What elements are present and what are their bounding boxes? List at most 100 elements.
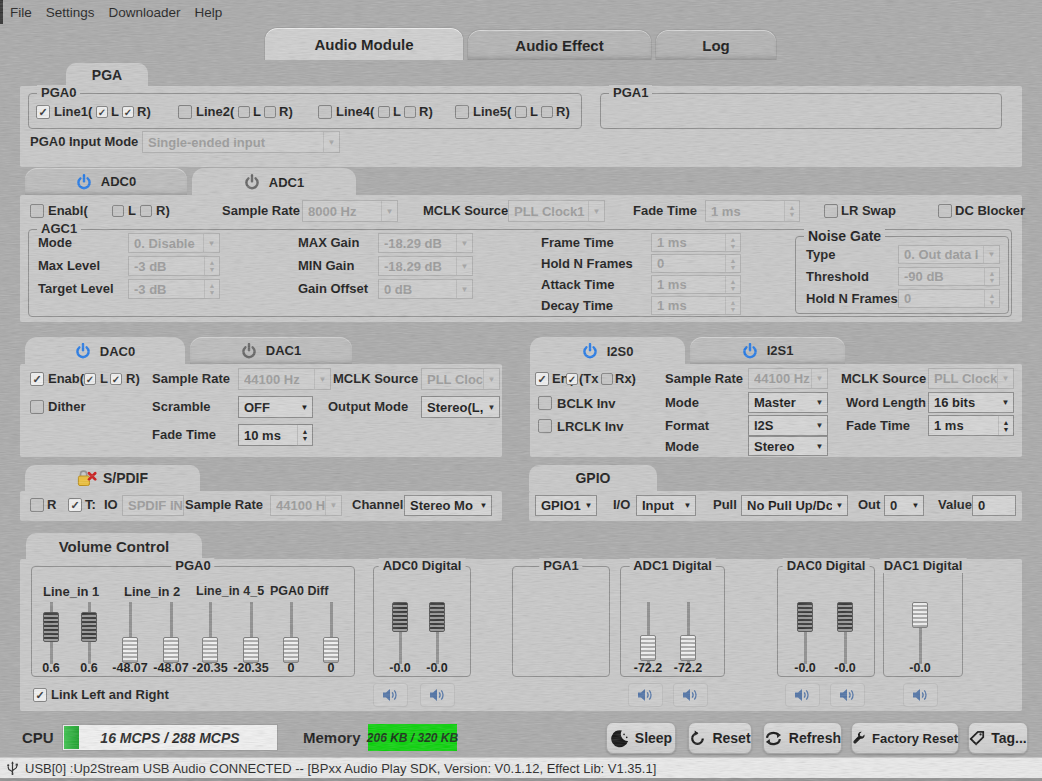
- mute-button[interactable]: [628, 683, 663, 707]
- i2s-fade-spinner[interactable]: 1 ms▲▼: [928, 415, 1014, 436]
- menu-downloader[interactable]: Downloader: [109, 5, 181, 20]
- mute-button[interactable]: [785, 683, 820, 707]
- adc-fade-spinner[interactable]: 1 ms▲▼: [705, 200, 800, 222]
- link-lr-checkbox[interactable]: [33, 688, 47, 702]
- adc-l-checkbox[interactable]: [112, 205, 124, 217]
- mute-button[interactable]: [903, 683, 938, 707]
- i2s-sample-rate-select[interactable]: 44100 Hz▼: [748, 368, 828, 389]
- volume-slider-handle[interactable]: [43, 612, 59, 642]
- spinner-arrows-icon[interactable]: ▲▼: [984, 290, 999, 307]
- spinner-arrows-icon[interactable]: ▲▼: [204, 280, 219, 298]
- agc-mode-select[interactable]: 0. Disable▼: [128, 233, 220, 253]
- spdif-channel-select[interactable]: Stereo Mo▼: [404, 495, 492, 516]
- output-mode-select[interactable]: Stereo(L,▼: [421, 396, 500, 418]
- agc-min-gain-select[interactable]: -18.29 dB▼: [378, 256, 473, 276]
- adc-enable-checkbox[interactable]: [30, 204, 44, 218]
- factory-reset-button[interactable]: Factory Reset: [851, 722, 959, 754]
- noise-gate-hold-spinner[interactable]: 0▲▼: [898, 289, 1000, 308]
- volume-slider-handle[interactable]: [912, 602, 928, 628]
- spinner-arrows-icon[interactable]: ▲▼: [998, 416, 1013, 435]
- mute-button[interactable]: [420, 683, 455, 707]
- line2-l-checkbox[interactable]: [238, 106, 250, 118]
- mute-button[interactable]: [673, 683, 708, 707]
- sleep-button[interactable]: Sleep: [606, 722, 676, 754]
- pga0-input-mode-select[interactable]: Single-ended input▼: [142, 131, 340, 153]
- line5-checkbox[interactable]: [455, 105, 469, 119]
- bclk-inv-checkbox[interactable]: [538, 396, 552, 410]
- reset-button[interactable]: Reset: [688, 722, 752, 754]
- noise-gate-threshold-spinner[interactable]: -90 dB▲▼: [898, 267, 1000, 286]
- line4-checkbox[interactable]: [318, 105, 332, 119]
- line1-r-checkbox[interactable]: [122, 106, 134, 118]
- gpio-pull-select[interactable]: No Pull Up/Dc▼: [741, 495, 848, 516]
- spinner-arrows-icon[interactable]: ▲▼: [725, 276, 740, 293]
- refresh-button[interactable]: Refresh: [763, 722, 842, 754]
- agc-max-gain-select[interactable]: -18.29 dB▼: [378, 233, 473, 253]
- tag-button[interactable]: Tag...: [968, 722, 1028, 754]
- spdif-sample-rate-select[interactable]: 44100 H▼: [270, 495, 342, 516]
- gpio-io-select[interactable]: Input▼: [636, 495, 696, 516]
- spinner-arrows-icon[interactable]: ▲▼: [725, 255, 740, 272]
- agc-gain-offset-select[interactable]: 0 dB▼: [378, 279, 473, 299]
- noise-gate-type-select[interactable]: 0. Out data l▼: [898, 245, 1000, 264]
- spdif-tx-checkbox[interactable]: [68, 498, 82, 512]
- spdif-io-field[interactable]: SPDIF IN: [122, 495, 184, 516]
- line4-r-checkbox[interactable]: [404, 106, 416, 118]
- dither-checkbox[interactable]: [30, 400, 44, 414]
- volume-slider-handle[interactable]: [392, 602, 408, 632]
- menu-settings[interactable]: Settings: [46, 5, 95, 20]
- tab-audio-module[interactable]: Audio Module: [264, 27, 464, 60]
- spinner-arrows-icon[interactable]: ▲▼: [984, 268, 999, 285]
- agc-target-level-spinner[interactable]: -3 dB▲▼: [128, 279, 220, 299]
- i2s-mode-select[interactable]: Master▼: [748, 392, 828, 413]
- volume-slider-handle[interactable]: [323, 637, 339, 663]
- adc-sample-rate-select[interactable]: 8000 Hz▼: [302, 200, 398, 222]
- tab-i2s1[interactable]: I2S1: [690, 337, 845, 364]
- volume-slider-handle[interactable]: [837, 602, 853, 632]
- gpio-value-field[interactable]: 0: [972, 495, 1016, 516]
- i2s-tx-checkbox[interactable]: [566, 373, 578, 385]
- line2-checkbox[interactable]: [178, 105, 192, 119]
- agc-max-level-spinner[interactable]: -3 dB▲▼: [128, 256, 220, 276]
- tab-log[interactable]: Log: [655, 29, 777, 60]
- spinner-arrows-icon[interactable]: ▲▼: [784, 201, 799, 221]
- adc-mclk-select[interactable]: PLL Clock1▼: [508, 200, 605, 222]
- i2s-rx-checkbox[interactable]: [601, 373, 613, 385]
- tab-adc0[interactable]: ADC0: [25, 168, 187, 195]
- dac-r-checkbox[interactable]: [110, 373, 122, 385]
- spinner-arrows-icon[interactable]: ▲▼: [297, 425, 312, 445]
- mute-button[interactable]: [830, 683, 865, 707]
- tab-i2s0[interactable]: I2S0: [530, 337, 685, 365]
- dac-fade-spinner[interactable]: 10 ms▲▼: [238, 424, 313, 446]
- spdif-rx-checkbox[interactable]: [30, 498, 44, 512]
- word-length-select[interactable]: 16 bits▼: [928, 392, 1014, 413]
- dac-enable-checkbox[interactable]: [30, 372, 44, 386]
- volume-slider-handle[interactable]: [640, 635, 656, 661]
- volume-slider-handle[interactable]: [163, 637, 179, 663]
- line1-checkbox[interactable]: [36, 105, 50, 119]
- i2s-channel-mode-select[interactable]: Stereo▼: [748, 436, 828, 456]
- gpio-out-select[interactable]: 0▼: [884, 495, 924, 516]
- dac-mclk-select[interactable]: PLL Clock▼: [421, 368, 500, 390]
- agc-frame-time-spinner[interactable]: 1 ms▲▼: [651, 233, 741, 252]
- volume-slider-handle[interactable]: [429, 602, 445, 632]
- line5-l-checkbox[interactable]: [515, 106, 527, 118]
- tab-audio-effect[interactable]: Audio Effect: [467, 29, 652, 60]
- volume-slider-handle[interactable]: [81, 612, 97, 642]
- adc-r-checkbox[interactable]: [140, 205, 152, 217]
- tab-dac0[interactable]: DAC0: [25, 337, 185, 365]
- menu-file[interactable]: File: [10, 5, 32, 20]
- spinner-arrows-icon[interactable]: ▲▼: [725, 297, 740, 314]
- mute-button[interactable]: [373, 683, 408, 707]
- i2s-mclk-select[interactable]: PLL Clock1▼: [928, 368, 1014, 389]
- i2s-enable-checkbox[interactable]: [535, 372, 549, 386]
- spinner-arrows-icon[interactable]: ▲▼: [725, 234, 740, 251]
- dac-l-checkbox[interactable]: [84, 373, 96, 385]
- volume-slider-handle[interactable]: [122, 637, 138, 663]
- volume-slider-handle[interactable]: [680, 635, 696, 661]
- i2s-format-select[interactable]: I2S▼: [748, 415, 828, 436]
- spinner-arrows-icon[interactable]: ▲▼: [204, 257, 219, 275]
- scramble-select[interactable]: OFF▼: [238, 396, 313, 418]
- line1-l-checkbox[interactable]: [96, 106, 108, 118]
- gpio-pin-select[interactable]: GPIO1▼: [535, 495, 597, 516]
